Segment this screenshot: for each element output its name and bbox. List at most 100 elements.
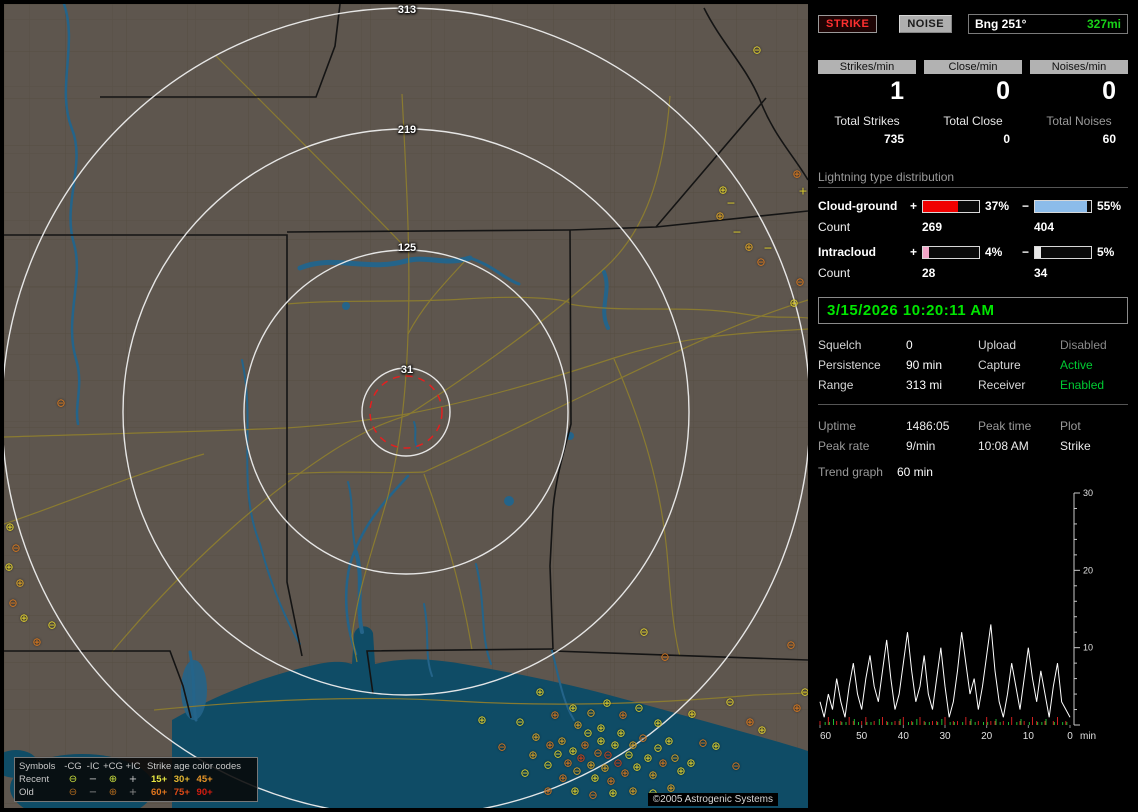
strike-symbol: ⊕: [686, 756, 696, 770]
strike-symbol: ⊖: [588, 788, 598, 802]
strike-symbol: ⊖: [725, 695, 735, 709]
cg-negative-pct: 55%: [1097, 199, 1122, 213]
svg-text:0: 0: [1067, 731, 1073, 741]
ic-negative-pct: 5%: [1097, 245, 1115, 259]
strikes-per-min-value: 1: [890, 77, 904, 105]
range-label: Range: [818, 378, 854, 392]
strike-symbol: ⊕: [658, 756, 668, 770]
strike-symbol: −: [726, 196, 736, 210]
strike-symbol: −: [732, 225, 742, 239]
strike-legend: Symbols -CG -IC +CG +IC Strike age color…: [14, 757, 258, 802]
close-per-min-label: Close/min: [924, 60, 1022, 74]
total-close-label: Total Close: [943, 114, 1003, 128]
strike-symbol: ⊕: [664, 734, 674, 748]
strike-symbol: ⊖: [56, 396, 66, 410]
age-code: 75+: [173, 787, 190, 798]
receiver-label: Receiver: [978, 378, 1026, 392]
strike-symbol: ⊖: [795, 275, 805, 289]
legend-type-pos-cg: +CG: [103, 761, 123, 772]
intracloud-count-row: Count 28 34: [818, 266, 1128, 280]
svg-text:60: 60: [820, 731, 832, 741]
strike-symbol: ⊖: [698, 736, 708, 750]
strike-symbol: ⊖: [583, 726, 593, 740]
info-grid: Uptime 1486:05 Peak time Plot Peak rate …: [818, 417, 1128, 455]
ic-positive-bar: [922, 245, 980, 259]
bearing-label: Bng 251°: [975, 17, 1027, 31]
strike-symbol: ⊕: [596, 734, 606, 748]
strike-symbol: ⊖: [752, 43, 762, 57]
upload-value: Disabled: [1060, 338, 1107, 352]
minus-sign: −: [1022, 199, 1030, 213]
total-strikes-label: Total Strikes: [834, 114, 900, 128]
strike-symbol: −: [763, 241, 773, 255]
strike-symbol: ⊕: [745, 715, 755, 729]
svg-text:40: 40: [898, 731, 910, 741]
strike-symbol: ⊕: [543, 784, 553, 798]
strike-symbol: ⊕: [528, 748, 538, 762]
strike-symbol: ⊕: [600, 761, 610, 775]
range-value: 313 mi: [906, 378, 943, 392]
lightning-map[interactable]: 313 219 125 31 ⊖ ⊕ ⊕ ⊖ ⊕ ⊕ ⊕ ⊖ ⊕ ⊕ ⊖ ⊕ ⊕ ⊖ ⊕ ⊕ ⊖ ⊕ ⊕ ⊖ ⊕ ⊕ ⊖ ⊕ ⊕…: [4, 4, 808, 808]
strike-symbol: ⊕: [718, 183, 728, 197]
count-label: Count: [818, 220, 851, 234]
uptime-value: 1486:05: [906, 419, 950, 433]
strike-symbol: ⊕: [576, 751, 586, 765]
strike-symbol: ⊕: [570, 784, 580, 798]
pos-cg-icon: ⊕: [108, 774, 118, 785]
pos-cg-icon: ⊕: [108, 787, 118, 798]
total-noises-label: Total Noises: [1046, 114, 1112, 128]
svg-text:20: 20: [981, 731, 993, 741]
capture-value: Active: [1060, 358, 1093, 372]
svg-text:10: 10: [1083, 643, 1093, 653]
strike-symbol: ⊕: [610, 738, 620, 752]
strike-symbol: ⊖: [586, 706, 596, 720]
strike-symbol: +: [798, 184, 808, 198]
side-panel: STRIKE NOISE Bng 251° 327mi Strikes/min …: [812, 4, 1134, 808]
age-code: 30+: [173, 774, 190, 785]
noise-mode-button[interactable]: NOISE: [899, 15, 953, 33]
strike-symbol: ⊕: [653, 716, 663, 730]
strike-symbol: ⊕: [648, 768, 658, 782]
pos-ic-icon: +: [128, 787, 138, 798]
svg-text:30: 30: [939, 731, 951, 741]
neg-ic-icon: −: [88, 774, 98, 785]
ic-negative-bar: [1034, 245, 1092, 259]
strike-symbol: ⊖: [497, 740, 507, 754]
strike-mode-button[interactable]: STRIKE: [818, 15, 878, 33]
capture-label: Capture: [978, 358, 1021, 372]
persistence-value: 90 min: [906, 358, 943, 372]
cg-positive-pct: 37%: [985, 199, 1010, 213]
strike-symbols-layer: ⊖ ⊕ ⊕ ⊖ ⊕ ⊕ ⊕ ⊖ ⊕ ⊕ ⊖ ⊕ ⊕ ⊖ ⊕ ⊕ ⊖ ⊕ ⊕ ⊖ ⊕ ⊕ ⊖ ⊕ ⊕ ⊖ ⊕ ⊕ ⊖ ⊕ ⊕ ⊖ ⊕ ⊕ ⊖ ⊕ ⊕ ⊖ ⊕ ⊕…: [4, 4, 808, 808]
trend-graph-header: Trend graph 60 min: [818, 465, 1128, 479]
ic-positive-pct: 4%: [985, 245, 1003, 259]
total-strikes-value: 735: [883, 132, 904, 146]
age-code: 15+: [151, 774, 168, 785]
strike-symbol: ⊖: [47, 618, 57, 632]
strike-symbol: ⊖: [520, 766, 530, 780]
total-noises-value: 60: [1102, 132, 1116, 146]
close-stat: Close/min 0 Total Close 0: [924, 60, 1022, 146]
strike-symbol: ⊖: [634, 701, 644, 715]
strike-symbol: ⊕: [558, 771, 568, 785]
strike-symbol: ⊕: [5, 520, 15, 534]
plus-sign: +: [910, 245, 918, 259]
peak-time-label: Peak time: [978, 419, 1032, 433]
cg-positive-bar: [922, 199, 980, 213]
strike-symbol: ⊕: [618, 708, 628, 722]
strike-symbol: ⊕: [550, 708, 560, 722]
svg-text:20: 20: [1083, 565, 1093, 575]
strike-symbol: ⊕: [715, 209, 725, 223]
strike-symbol: ⊕: [568, 701, 578, 715]
strike-symbol: ⊖: [756, 255, 766, 269]
strike-symbol: ⊕: [19, 611, 29, 625]
pos-ic-icon: +: [128, 774, 138, 785]
strike-symbol: ⊖: [638, 731, 648, 745]
strikes-stat: Strikes/min 1 Total Strikes 735: [818, 60, 916, 146]
strike-symbol: ⊕: [620, 766, 630, 780]
peak-rate-value: 9/min: [906, 439, 936, 453]
strike-symbol: ⊕: [4, 560, 14, 574]
strike-symbol: ⊖: [731, 759, 741, 773]
intracloud-row: Intracloud + 4% − 5%: [818, 245, 1128, 259]
copyright-text: ©2005 Astrogenic Systems: [647, 793, 778, 806]
strike-symbol: ⊖: [670, 751, 680, 765]
